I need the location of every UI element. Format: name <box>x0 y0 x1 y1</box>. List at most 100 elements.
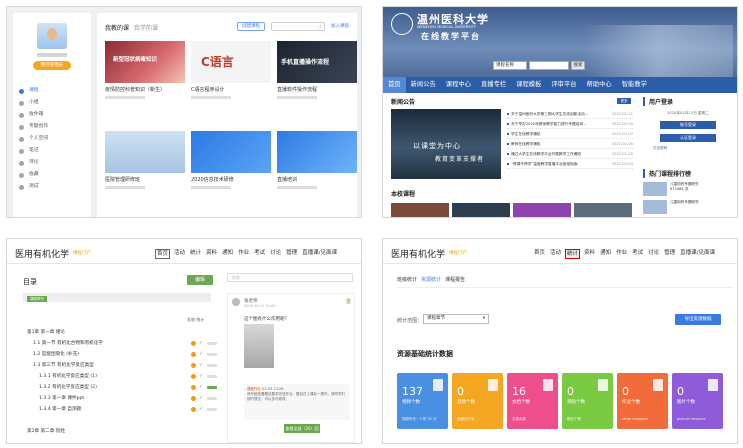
news-photo[interactable]: 以课堂为中心 教育变革支撑者 <box>391 109 501 179</box>
course-title[interactable]: 直播培训 <box>277 176 357 183</box>
nav-exam[interactable]: 考试 <box>631 249 644 259</box>
list-item[interactable]: 通过大学生在线教学平台开展教学工作通知 2020-02-05 <box>507 149 633 159</box>
nav-review[interactable]: 评审平台 <box>546 77 581 93</box>
sidebar-item-tests[interactable]: 测试 <box>19 181 48 193</box>
course-title[interactable]: 医院管理研修班 <box>105 176 185 183</box>
nav-activity[interactable]: 活动 <box>173 249 186 259</box>
course-thumb[interactable] <box>513 203 571 217</box>
sidebar-item-inbox[interactable]: 收件箱 <box>19 109 48 121</box>
sidebar-item-group[interactable]: 小组 <box>19 97 48 109</box>
chapter-tree-item[interactable]: 第2章 第二章 烷烃 <box>21 426 215 437</box>
course-title[interactable]: 2020信息技术研修 <box>191 176 271 183</box>
join-course-link[interactable]: 加入课程 <box>331 23 349 29</box>
nav-courses[interactable]: 课程中心 <box>441 77 476 93</box>
nav-stats[interactable]: 统计 <box>565 249 581 259</box>
tab-class-stats[interactable]: 班级统计 <box>397 276 417 283</box>
sidebar-item-topic[interactable]: 专题创作 <box>19 121 48 133</box>
nav-stats[interactable]: 统计 <box>189 249 202 259</box>
nav-homework[interactable]: 作业 <box>237 249 250 259</box>
forgot-password-link[interactable]: 忘记密码 <box>653 146 733 151</box>
nav-live-class[interactable]: 直播课/见面课 <box>301 249 338 259</box>
nav-home[interactable]: 首页 <box>383 77 406 93</box>
nav-activity[interactable]: 活动 <box>549 249 562 259</box>
nav-discussion[interactable]: 讨论 <box>269 249 282 259</box>
nav-help[interactable]: 帮助中心 <box>582 77 617 93</box>
sidebar-item-course[interactable]: 课程 <box>19 85 48 97</box>
stat-card[interactable]: 0 图片个数 picture resource <box>672 373 723 429</box>
nav-discussion[interactable]: 讨论 <box>647 249 660 259</box>
nav-live-class[interactable]: 直播课/见面课 <box>679 249 716 259</box>
nav-materials[interactable]: 资料 <box>583 249 596 259</box>
sidebar-item-comments[interactable]: 评论 <box>19 157 48 169</box>
course-card[interactable]: 直播培训 <box>277 131 357 197</box>
course-search-input[interactable]: ⌕ <box>271 22 325 31</box>
portal-search-button[interactable]: 搜索 <box>571 61 585 70</box>
export-button[interactable]: 导出资源数据 <box>675 314 721 325</box>
account-login-button[interactable]: 账号登录 <box>660 121 716 129</box>
chapter-tree-item[interactable]: 1.3 第三节 有机化学反应类型 ✓ <box>21 360 217 371</box>
list-item[interactable]: “停课不停学”温医教学直播平台使用指南 2020-02-03 <box>507 159 633 169</box>
list-item[interactable]: 学生在线教学通知 2020-02-07 <box>507 129 633 139</box>
course-thumb[interactable] <box>391 203 449 217</box>
list-item[interactable]: 儿童用药专题研究 <box>643 200 735 214</box>
sidebar-item-favorites[interactable]: 收藏 <box>19 169 48 181</box>
stat-card[interactable]: 137 视频个数 视频时长：3 时 32 分 <box>397 373 448 429</box>
course-thumb[interactable] <box>452 203 510 217</box>
chapter-tree-item[interactable]: 1.3.4 第一章 自测题 ✓ <box>21 404 217 415</box>
chapter-tree-item[interactable]: 1.1 第一节 有机化合物和有机化学 ✓ <box>21 338 217 349</box>
sidebar-item-notes[interactable]: 笔记 <box>19 145 48 157</box>
nav-templates[interactable]: 课程模板 <box>511 77 546 93</box>
chapter-tree-item[interactable]: 1.3.1 有机化学反应类型 (1) ✓ <box>21 371 217 382</box>
stat-card[interactable]: 0 作业个数 other resource <box>617 373 668 429</box>
chapter-tree-item[interactable]: 1.2 官能团简化 (补充) ✓ <box>21 349 217 360</box>
avatar[interactable] <box>37 23 67 49</box>
chapter-chip[interactable]: 课程章节 <box>27 296 47 302</box>
list-item[interactable]: 关于温州医科大学第三期大学生在线创新活动... 2020-02-11 <box>507 109 633 119</box>
nav-materials[interactable]: 资料 <box>205 249 218 259</box>
range-select[interactable]: 课程章节 ▾ <box>423 314 489 324</box>
course-title[interactable]: C语言程序设计 <box>191 86 271 93</box>
tab-learning[interactable]: 我学的课 <box>134 23 158 32</box>
nav-exam[interactable]: 考试 <box>253 249 266 259</box>
tab-teaching[interactable]: 我教的课 <box>105 23 129 32</box>
course-card[interactable]: C语言 C语言程序设计 <box>191 41 271 107</box>
chapter-tree-item[interactable]: 1.3.2 有机化学反应类型 (2) ✓ <box>21 382 217 393</box>
news-more-button[interactable]: 更多 <box>617 98 631 104</box>
course-card[interactable]: 手机直播操作流程 直播软件操作流程 <box>277 41 357 107</box>
tab-resource-stats[interactable]: 资源统计 <box>421 276 441 283</box>
nav-homework[interactable]: 作业 <box>615 249 628 259</box>
course-card[interactable]: 新型冠状病毒知识 疫情防控科普知识（新生） <box>105 41 185 107</box>
horizontal-scrollbar[interactable] <box>23 293 211 302</box>
view-all-replies-button[interactable]: 查看全部（20）回复 <box>284 424 320 440</box>
auth-login-button[interactable]: 认证登录 <box>660 134 716 142</box>
course-thumb[interactable] <box>574 203 632 217</box>
nav-home[interactable]: 首页 <box>533 249 546 259</box>
portal-search-input[interactable] <box>529 61 569 70</box>
nav-notice[interactable]: 通知 <box>221 249 234 259</box>
post-image[interactable] <box>244 324 274 368</box>
discussion-search-input[interactable]: 搜索 <box>227 273 353 282</box>
chapter-tree-item[interactable]: 第1章 第一章 绪论 <box>21 327 215 338</box>
nav-notice[interactable]: 通知 <box>599 249 612 259</box>
chapter-tree-item[interactable]: 1.3.3 第一章 课件ppt ✓ <box>21 393 217 404</box>
nav-live[interactable]: 直播专栏 <box>476 77 511 93</box>
list-item[interactable]: 教师在线教学通知 2020-02-06 <box>507 139 633 149</box>
sidebar-item-space[interactable]: 个人空间 <box>19 133 48 145</box>
edit-button[interactable]: 编辑 <box>187 275 213 285</box>
course-card[interactable]: 医院管理研修班 <box>105 131 185 197</box>
nav-manage[interactable]: 管理 <box>663 249 676 259</box>
list-item[interactable]: 关于举办2020年教师教学能力提升专题培训... 2020-02-09 <box>507 119 633 129</box>
nav-smart[interactable]: 智能教学 <box>617 77 652 93</box>
tab-course-report[interactable]: 课程报告 <box>445 276 465 283</box>
course-portal-link[interactable]: 课程门户 <box>449 250 467 256</box>
nav-news[interactable]: 新闻公告 <box>406 77 441 93</box>
nav-manage[interactable]: 管理 <box>285 249 298 259</box>
course-card[interactable]: 2020信息技术研修 <box>191 131 271 197</box>
search-type-select[interactable]: 课程名称 <box>493 61 527 70</box>
course-portal-link[interactable]: 课程门户 <box>73 250 91 256</box>
course-title[interactable]: 直播软件操作流程 <box>277 86 357 93</box>
stat-card[interactable]: 16 文档个数 文档页数 <box>507 373 558 429</box>
course-title[interactable]: 疫情防控科普知识（新生） <box>105 86 185 93</box>
stat-card[interactable]: 0 音频个数 音频总时长 <box>452 373 503 429</box>
list-item[interactable]: 儿童用药专题研究 972484 次 <box>643 182 735 196</box>
